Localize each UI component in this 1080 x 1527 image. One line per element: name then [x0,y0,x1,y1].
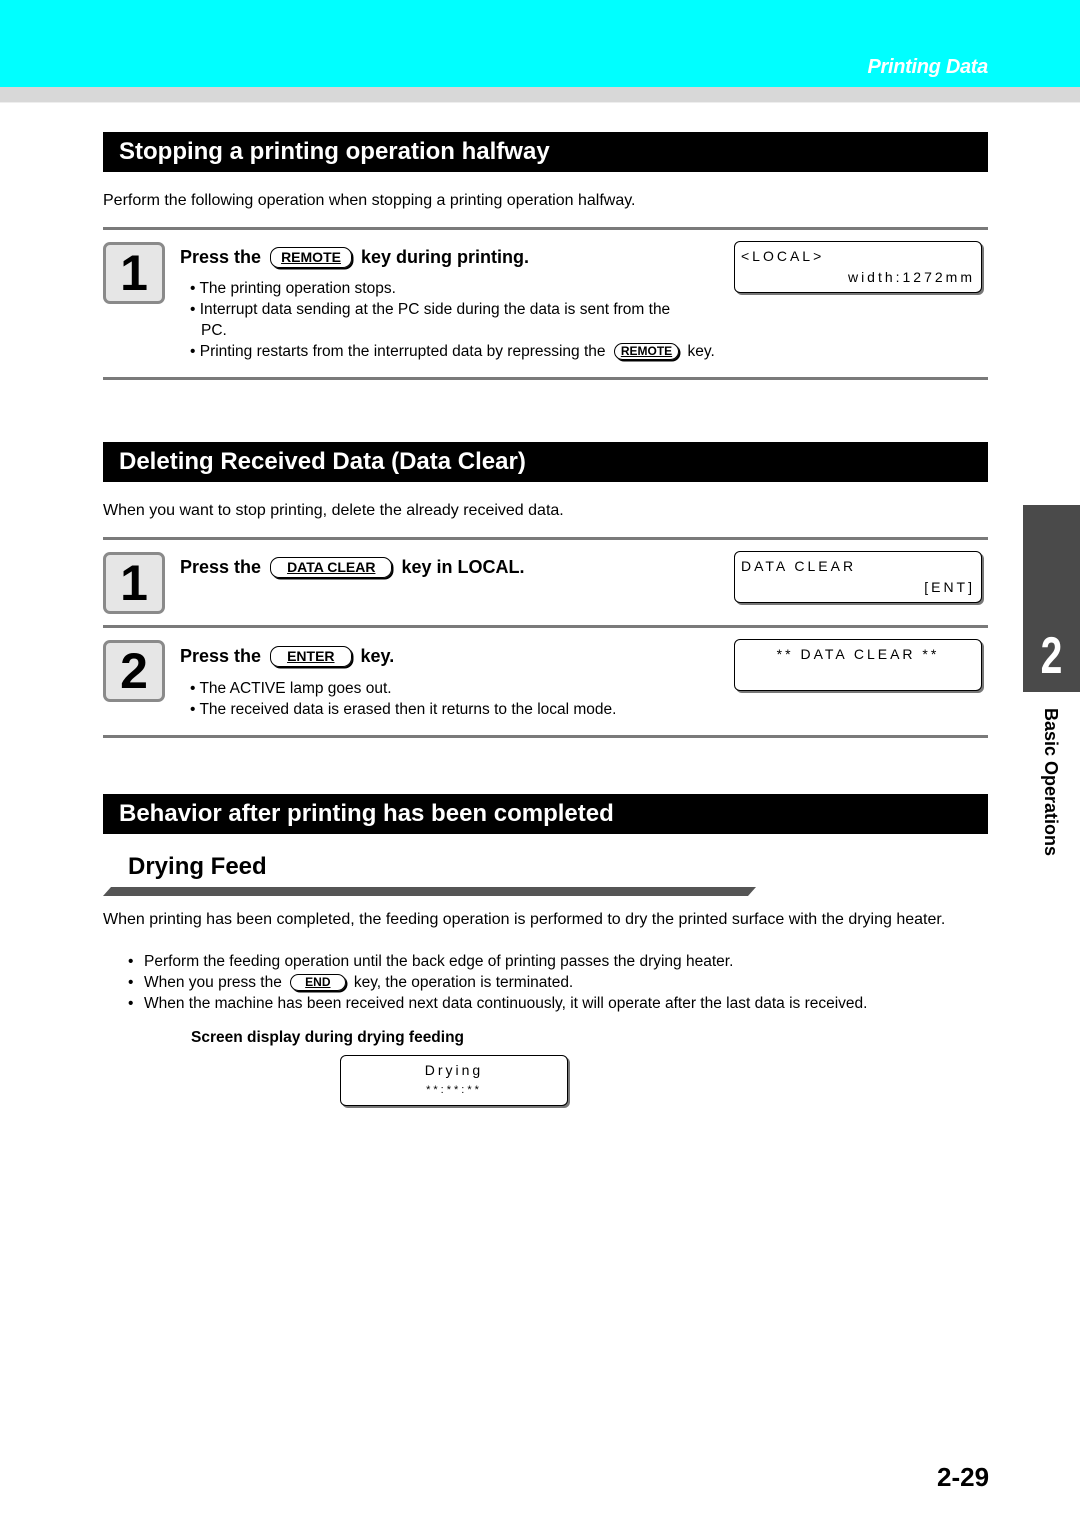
lcd-line-2: **:**:** [426,1084,482,1096]
step-title: Press the DATA CLEAR key in LOCAL. [180,557,525,578]
step-number: 1 [103,242,165,304]
lcd-display: Drying **:**:** [340,1055,568,1106]
header-divider [0,87,1080,103]
enter-key: ENTER [270,646,352,667]
chapter-number: 2 [1040,627,1063,685]
header-bar: Printing Data [0,0,1080,87]
remote-key: REMOTE [270,247,352,268]
chapter-tab: 2 [1023,505,1080,692]
divider [103,625,988,628]
divider [103,735,988,738]
section-heading-stopping: Stopping a printing operation halfway [103,132,988,172]
step-title-post: key during printing. [360,247,529,267]
step-title-pre: Press the [180,247,262,267]
lcd-line-1: Drying [424,1062,484,1078]
step-number: 1 [103,552,165,614]
lcd-line-1: ** DATA CLEAR ** [776,646,940,662]
section-intro: Perform the following operation when sto… [103,192,636,209]
subsection-underline [103,887,756,896]
section-heading-data-clear: Deleting Received Data (Data Clear) [103,442,988,482]
bullet: • The received data is erased then it re… [190,701,617,718]
section-intro: When you want to stop printing, delete t… [103,502,564,519]
bullet: • When you press the END key, the operati… [128,974,574,991]
bullet-continuation: PC. [201,322,227,339]
subsection-heading: Drying Feed [128,853,267,880]
paragraph: When printing has been completed, the fe… [103,911,946,928]
divider [103,377,988,380]
bullet: • Interrupt data sending at the PC side … [190,301,671,318]
step-title: Press the ENTER key. [180,646,395,667]
divider [103,227,988,230]
bullet: • When the machine has been received next… [128,995,868,1012]
lcd-line-2: [ENT] [924,579,975,595]
lcd-display: <LOCAL> width:1272mm [734,241,982,293]
step-title: Press the REMOTE key during printing. [180,247,529,268]
data-clear-key: DATA CLEAR [270,557,393,578]
lcd-line-1: DATA CLEAR [741,558,857,574]
screen-display-label: Screen display during drying feeding [191,1029,465,1046]
remote-key: REMOTE [613,343,680,360]
lcd-display: ** DATA CLEAR ** [734,639,982,691]
section-heading-behavior: Behavior after printing has been complet… [103,794,988,834]
bullet: • Perform the feeding operation until the… [128,953,734,970]
bullet: • The printing operation stops. [190,280,396,297]
lcd-display: DATA CLEAR [ENT] [734,551,982,603]
page-number: 2-29 [937,1462,990,1492]
divider [103,537,988,540]
chapter-label: Basic Operations [1041,708,1061,857]
lcd-line-2: width:1272mm [847,269,975,285]
bullet: • Printing restarts from the interrupted… [190,343,715,360]
bullet: • The ACTIVE lamp goes out. [190,680,392,697]
header-section-title: Printing Data [867,56,988,78]
lcd-line-1: <LOCAL> [741,248,825,264]
step-number: 2 [103,640,165,702]
end-key: END [290,974,346,991]
